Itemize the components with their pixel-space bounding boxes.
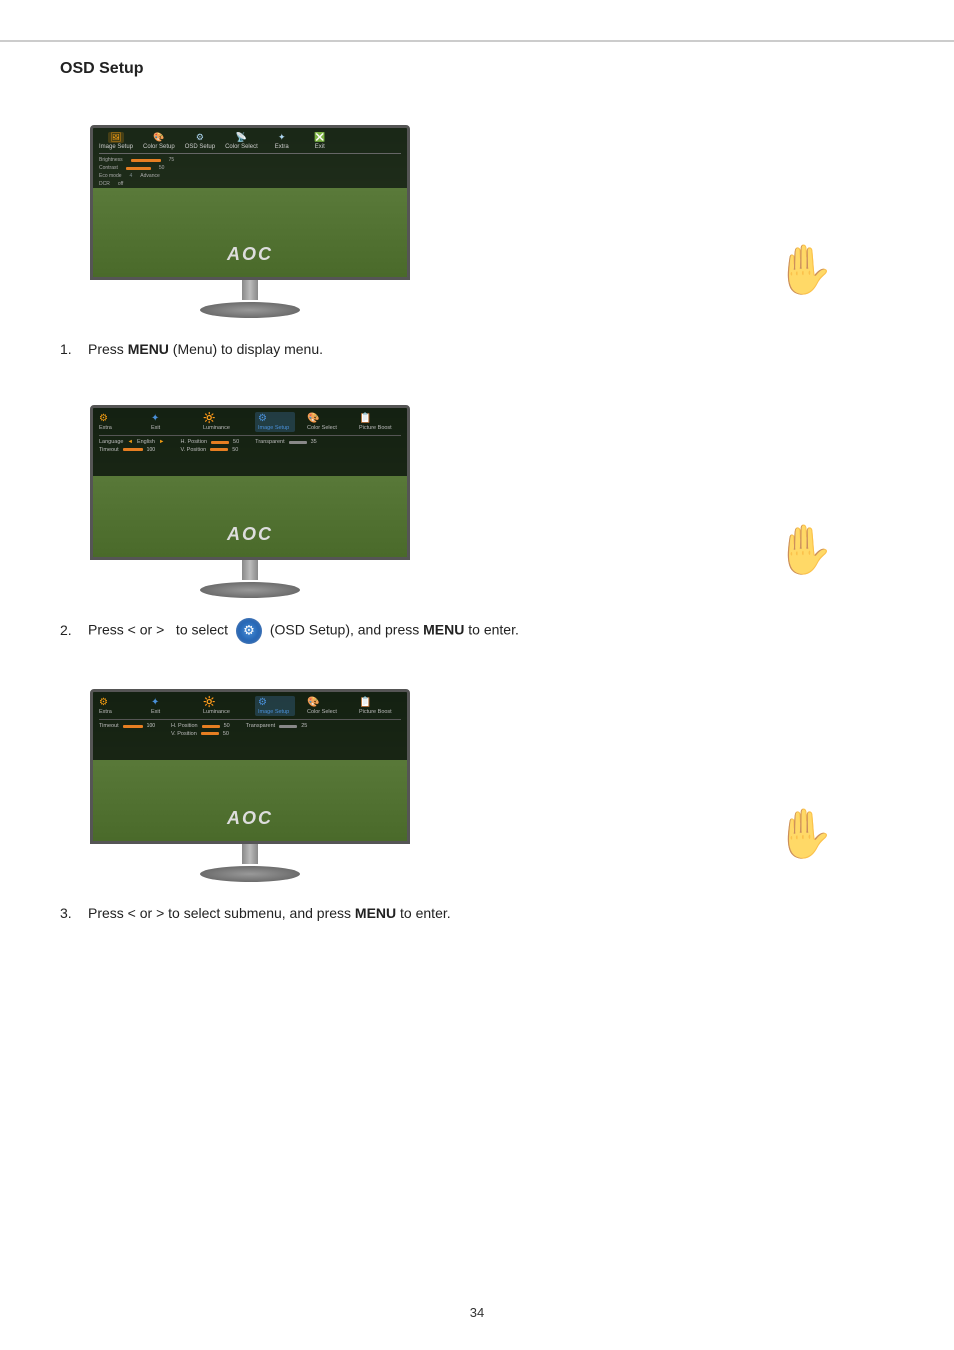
monitor-1-wrap: 🖼 Image Setup 🎨 Color Setup ⚙ OSD Setup xyxy=(90,125,410,318)
page-number: 34 xyxy=(470,1305,484,1320)
page-title: OSD Setup xyxy=(60,60,894,78)
osd-setup-overlay: ⚙ Extra ✦ Exit 🔆 Luminance xyxy=(93,408,407,476)
step-1-number: 1. xyxy=(60,338,82,360)
step-2-number: 2. xyxy=(60,619,82,641)
osd-main-menu: 🖼 Image Setup 🎨 Color Setup ⚙ OSD Setup xyxy=(93,128,407,188)
top-divider xyxy=(0,40,954,42)
monitor-1-container: 🖼 Image Setup 🎨 Color Setup ⚙ OSD Setup xyxy=(60,108,894,318)
hand-icon-1: 🤚 xyxy=(774,241,834,298)
aoc-logo-3: AOC xyxy=(227,808,273,829)
monitor-2-stand xyxy=(90,560,410,598)
monitor-3-screen: ⚙ Extra ✦ Exit 🔆 Luminance xyxy=(90,689,410,844)
step-1: 1. Press MENU (Menu) to display menu. xyxy=(60,338,894,360)
aoc-logo-1: AOC xyxy=(227,244,273,265)
aoc-logo-2: AOC xyxy=(227,524,273,545)
monitor-1-screen: 🖼 Image Setup 🎨 Color Setup ⚙ OSD Setup xyxy=(90,125,410,280)
section-2: ⚙ Extra ✦ Exit 🔆 Luminance xyxy=(60,388,894,644)
step-3: 3. Press < or > to select submenu, and p… xyxy=(60,902,894,924)
hand-icon-2: 🤚 xyxy=(774,521,834,578)
step-2: 2. Press < or > to select (OSD Setup), a… xyxy=(60,618,894,644)
osd-submenu-overlay: ⚙ Extra ✦ Exit 🔆 Luminance xyxy=(93,692,407,760)
step-2-text: Press < or > to select (OSD Setup), and … xyxy=(88,618,894,644)
monitor-3-wrap: ⚙ Extra ✦ Exit 🔆 Luminance xyxy=(90,689,410,882)
section-1: 🖼 Image Setup 🎨 Color Setup ⚙ OSD Setup xyxy=(60,108,894,360)
monitor-1-stand xyxy=(90,280,410,318)
monitor-2-container: ⚙ Extra ✦ Exit 🔆 Luminance xyxy=(60,388,894,598)
monitor-3-container: ⚙ Extra ✦ Exit 🔆 Luminance xyxy=(60,672,894,882)
monitor-3-stand xyxy=(90,844,410,882)
step-1-text: Press MENU (Menu) to display menu. xyxy=(88,338,894,360)
monitor-2-screen: ⚙ Extra ✦ Exit 🔆 Luminance xyxy=(90,405,410,560)
step-3-text: Press < or > to select submenu, and pres… xyxy=(88,902,894,924)
monitor-2-wrap: ⚙ Extra ✦ Exit 🔆 Luminance xyxy=(90,405,410,598)
step-3-number: 3. xyxy=(60,902,82,924)
osd-setup-icon xyxy=(236,618,262,644)
hand-icon-3: 🤚 xyxy=(774,805,834,862)
section-3: ⚙ Extra ✦ Exit 🔆 Luminance xyxy=(60,672,894,924)
